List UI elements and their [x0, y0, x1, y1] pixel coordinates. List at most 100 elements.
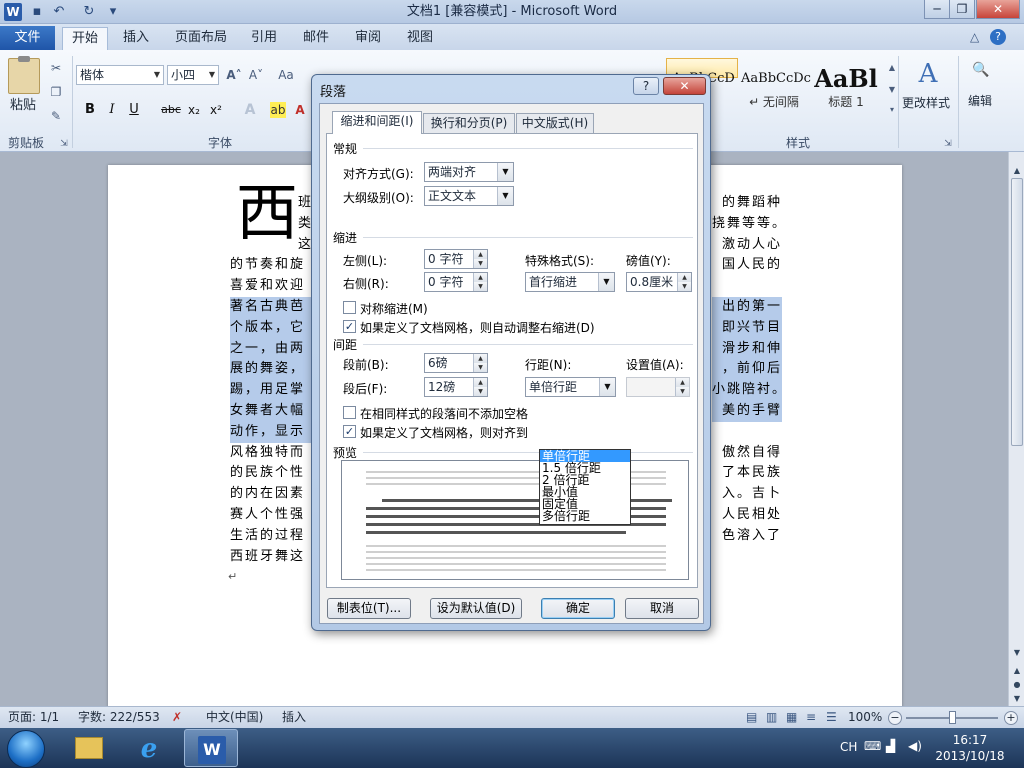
start-button[interactable] — [7, 730, 45, 768]
indent-by-stepper[interactable]: 0.8厘米 ▲ ▼ — [626, 272, 692, 292]
spin-up-icon[interactable]: ▲ — [473, 250, 487, 259]
strikethrough-button[interactable]: abc — [160, 102, 182, 118]
space-after-stepper[interactable]: 12磅 ▲ ▼ — [424, 377, 488, 397]
cancel-button[interactable]: 取消 — [625, 598, 699, 619]
spin-up-icon[interactable]: ▲ — [473, 354, 487, 363]
tab-view[interactable]: 视图 — [400, 27, 440, 50]
cut-icon[interactable]: ✂ — [48, 60, 64, 76]
zoom-slider-thumb[interactable] — [949, 711, 956, 724]
spin-down-icon[interactable]: ▼ — [473, 387, 487, 396]
highlight-icon[interactable]: ab — [270, 102, 286, 118]
view-outline-icon[interactable]: ≡ — [806, 707, 816, 728]
system-clock[interactable]: 16:17 2013/10/18 — [928, 732, 1012, 764]
set-default-button[interactable]: 设为默认值(D) — [430, 598, 522, 619]
style-no-spacing[interactable]: AaBbCcDc ↵ 无间隔 — [740, 58, 811, 118]
paste-icon[interactable] — [8, 56, 40, 94]
ok-button[interactable]: 确定 — [541, 598, 615, 619]
tab-review[interactable]: 审阅 — [348, 27, 388, 50]
no-space-checkbox[interactable] — [343, 406, 356, 419]
zoom-out-icon[interactable]: − — [888, 711, 902, 725]
zoom-level[interactable]: 100% — [848, 707, 882, 728]
alignment-select[interactable]: 两端对齐 ▼ — [424, 162, 514, 182]
keyboard-icon[interactable]: ⌨ — [864, 739, 881, 753]
help-icon[interactable]: ? — [990, 29, 1006, 45]
grow-font-icon[interactable]: A˄ — [226, 67, 242, 83]
underline-button[interactable]: U — [126, 102, 142, 118]
explorer-taskbar-button[interactable] — [62, 729, 116, 767]
change-case-icon[interactable]: Aa — [278, 67, 294, 83]
clipboard-launcher-icon[interactable]: ⇲ — [56, 136, 72, 152]
line-spacing-dropdown[interactable]: 单倍行距 1.5 倍行距 2 倍行距 最小值 固定值 多倍行距 — [539, 449, 631, 525]
tab-references[interactable]: 引用 — [244, 27, 284, 50]
scroll-thumb[interactable] — [1011, 178, 1023, 446]
line-spacing-option[interactable]: 多倍行距 — [540, 510, 630, 522]
volume-icon[interactable]: ◀) — [908, 739, 922, 753]
spin-down-icon[interactable]: ▼ — [473, 282, 487, 291]
special-indent-select[interactable]: 首行缩进 ▼ — [525, 272, 615, 292]
font-color-icon[interactable]: A — [292, 102, 308, 118]
left-indent-stepper[interactable]: 0 字符 ▲ ▼ — [424, 249, 488, 269]
zoom-in-icon[interactable]: + — [1004, 711, 1018, 725]
spin-down-icon[interactable]: ▼ — [473, 363, 487, 372]
spacing-at-stepper[interactable]: ▲ ▼ — [626, 377, 690, 397]
tab-mailings[interactable]: 邮件 — [296, 27, 336, 50]
change-styles-button[interactable]: 更改样式 — [902, 94, 950, 111]
scroll-down-icon[interactable]: ▼ — [1011, 646, 1023, 660]
outline-level-select[interactable]: 正文文本 ▼ — [424, 186, 514, 206]
spin-up-icon[interactable]: ▲ — [473, 273, 487, 282]
tab-home[interactable]: 开始 — [62, 27, 108, 50]
browse-object-icon[interactable]: ● — [1011, 678, 1023, 692]
tab-file[interactable]: 文件 — [0, 26, 55, 50]
spin-down-icon[interactable]: ▼ — [473, 259, 487, 268]
vertical-scrollbar[interactable]: ▲ ▼ ▲ ● ▼ — [1008, 152, 1024, 706]
restore-button[interactable]: ❐ — [949, 0, 975, 19]
styles-launcher-icon[interactable]: ⇲ — [940, 136, 956, 152]
italic-button[interactable]: I — [104, 102, 120, 118]
format-painter-icon[interactable]: ✎ — [48, 108, 64, 124]
tab-indents-spacing[interactable]: 缩进和间距(I) — [332, 111, 422, 134]
right-indent-stepper[interactable]: 0 字符 ▲ ▼ — [424, 272, 488, 292]
shrink-font-icon[interactable]: A˅ — [248, 67, 264, 83]
spin-down-icon[interactable]: ▼ — [675, 387, 689, 396]
tabs-button[interactable]: 制表位(T)... — [327, 598, 411, 619]
tab-page-layout[interactable]: 页面布局 — [168, 27, 234, 50]
language-indicator[interactable]: 中文(中国) — [206, 707, 263, 728]
input-language[interactable]: CH — [840, 740, 857, 754]
font-size-combo[interactable]: 小四 ▼ — [167, 65, 219, 85]
bold-button[interactable]: B — [82, 102, 98, 118]
spin-down-icon[interactable]: ▼ — [677, 282, 691, 291]
view-draft-icon[interactable]: ☰ — [826, 707, 837, 728]
view-reading-icon[interactable]: ▥ — [766, 707, 777, 728]
change-styles-icon[interactable]: A — [914, 60, 942, 88]
view-print-layout-icon[interactable]: ▤ — [746, 707, 757, 728]
line-spacing-select[interactable]: 单倍行距 ▼ — [525, 377, 616, 397]
prev-page-icon[interactable]: ▲ — [1011, 664, 1023, 678]
scroll-up-icon[interactable]: ▲ — [1011, 164, 1023, 178]
editing-button[interactable]: 编辑 — [968, 92, 992, 109]
dialog-help-button[interactable]: ? — [633, 77, 659, 95]
auto-adjust-indent-checkbox[interactable]: ✓ — [343, 320, 356, 333]
tab-asian-typography[interactable]: 中文版式(H) — [516, 113, 594, 133]
snap-to-grid-checkbox[interactable]: ✓ — [343, 425, 356, 438]
minimize-button[interactable]: ─ — [924, 0, 950, 19]
spin-up-icon[interactable]: ▲ — [677, 273, 691, 282]
ie-taskbar-button[interactable]: e — [122, 729, 176, 767]
tab-insert[interactable]: 插入 — [114, 27, 158, 50]
mirror-indents-checkbox[interactable] — [343, 301, 356, 314]
proofing-icon[interactable]: ✗ — [172, 707, 182, 728]
insert-mode[interactable]: 插入 — [282, 707, 306, 728]
paste-button[interactable]: 粘贴 — [10, 94, 36, 113]
spin-up-icon[interactable]: ▲ — [473, 378, 487, 387]
next-page-icon[interactable]: ▼ — [1011, 692, 1023, 706]
view-web-icon[interactable]: ▦ — [786, 707, 797, 728]
page-count[interactable]: 页面: 1/1 — [8, 707, 59, 728]
find-icon[interactable]: 🔍 — [970, 62, 992, 78]
subscript-button[interactable]: x₂ — [186, 102, 202, 118]
text-effects-button[interactable]: A — [242, 102, 258, 118]
network-icon[interactable]: ▟ — [886, 739, 895, 753]
superscript-button[interactable]: x² — [208, 102, 224, 118]
style-heading-1[interactable]: AaBl 标题 1 — [810, 58, 882, 118]
collapse-ribbon-icon[interactable]: △ — [970, 30, 979, 44]
spin-up-icon[interactable]: ▲ — [675, 378, 689, 387]
dialog-close-button[interactable]: ✕ — [663, 77, 706, 95]
